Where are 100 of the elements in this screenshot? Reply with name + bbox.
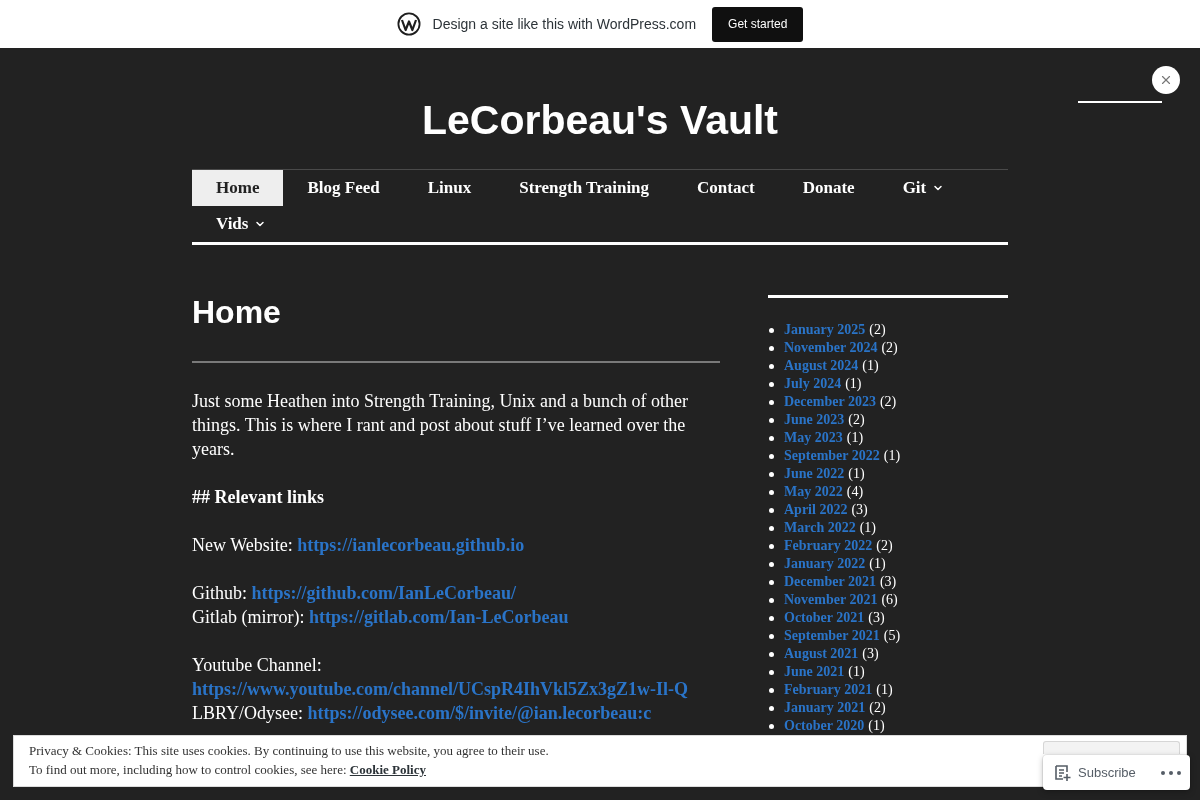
promo-text: Design a site like this with WordPress.com [432, 16, 697, 32]
bullet-icon [769, 615, 774, 621]
nav-item[interactable]: Home [192, 170, 284, 206]
link-label: LBRY/Odysee: [192, 703, 303, 723]
nav-item[interactable]: Vids [192, 206, 291, 242]
archive-link[interactable]: January 2025 [784, 321, 866, 339]
archive-link[interactable]: January 2021 [784, 699, 866, 717]
archive-link[interactable]: March 2022 [784, 519, 856, 537]
archive-link[interactable]: February 2022 [784, 537, 873, 555]
archive-link[interactable]: April 2022 [784, 501, 848, 519]
bullet-icon [769, 525, 774, 531]
document-plus-icon [1054, 763, 1072, 782]
archive-link[interactable]: September 2021 [784, 627, 880, 645]
archive-link[interactable]: August 2021 [784, 645, 859, 663]
more-button[interactable] [1161, 770, 1181, 775]
archive-count: (3) [851, 501, 868, 519]
archive-count: (1) [868, 717, 885, 735]
archive-link[interactable]: May 2022 [784, 483, 843, 501]
archive-count: (1) [862, 357, 879, 375]
archive-count: (1) [859, 519, 876, 537]
archive-count: (2) [869, 699, 886, 717]
archive-link[interactable]: October 2021 [784, 609, 865, 627]
archive-link[interactable]: November 2024 [784, 339, 878, 357]
site-title: LeCorbeau's Vault [421, 96, 779, 144]
bullet-icon [769, 327, 774, 333]
section-heading: ## Relevant links [192, 486, 325, 509]
archive-count: (1) [845, 375, 862, 393]
archive-link[interactable]: January 2022 [784, 555, 866, 573]
link[interactable]: https://github.com/IanLeCorbeau/ [251, 583, 517, 603]
cookie-text: To find out more, including how to control cookies, see here: [29, 762, 347, 777]
link-label: Github: [192, 583, 247, 603]
archive-count: (2) [881, 339, 898, 357]
link-label: New Website: [192, 535, 293, 555]
archive-link[interactable]: September 2022 [784, 447, 880, 465]
bullet-icon [769, 669, 774, 675]
archive-link[interactable]: November 2021 [784, 591, 878, 609]
archive-count: (2) [869, 321, 886, 339]
cookie-policy-link[interactable]: Cookie Policy [349, 762, 426, 777]
bullet-icon [769, 723, 774, 729]
archive-count: (1) [848, 663, 865, 681]
archive-count: (1) [876, 681, 893, 699]
archive-count: (2) [879, 393, 897, 411]
bullet-icon [769, 417, 774, 423]
bullet-icon [769, 687, 774, 693]
bullet-icon [769, 579, 774, 585]
link-label: Youtube Channel: [192, 655, 322, 675]
link[interactable]: https://www.youtube.com/channel/UCspR4IhVkl5Zx3gZ1w-Il-Q [192, 679, 689, 699]
archive-count: (1) [846, 429, 864, 447]
nav-item[interactable]: Strength Training [495, 170, 674, 206]
archive-link[interactable]: June 2023 [784, 411, 845, 429]
bullet-icon [769, 381, 774, 387]
bullet-icon [769, 435, 774, 441]
archive-count: (5) [883, 627, 901, 645]
archive-count: (2) [876, 537, 893, 555]
archive-count: (2) [848, 411, 865, 429]
archive-count: (1) [848, 465, 865, 483]
intro-paragraph: Just some Heathen into Strength Training, Unix and a bunch of other things. This is where I rant and post about stuff I’ve learned over the years. [192, 390, 689, 461]
bullet-icon [769, 705, 774, 711]
archive-link[interactable]: May 2023 [784, 429, 843, 447]
archive-link[interactable]: February 2021 [784, 681, 873, 699]
bullet-icon [769, 633, 774, 639]
bullet-icon [769, 561, 774, 567]
close-icon [1159, 73, 1173, 87]
archive-count: (1) [869, 555, 886, 573]
archive-count: (3) [879, 573, 897, 591]
bullet-icon [769, 543, 774, 549]
subscribe-button[interactable]: Subscribe [1054, 763, 1136, 782]
nav-item[interactable]: Contact [673, 170, 779, 206]
nav-item[interactable]: Linux [403, 170, 496, 206]
archive-link[interactable]: July 2024 [784, 375, 842, 393]
link[interactable]: https://ianlecorbeau.github.io [297, 535, 525, 555]
link-label: Gitlab (mirror): [192, 607, 305, 627]
archive-count: (4) [846, 483, 864, 501]
archive-count: (3) [862, 645, 879, 663]
bullet-icon [769, 345, 774, 351]
archive-link[interactable]: August 2024 [784, 357, 859, 375]
archive-count: (1) [883, 447, 901, 465]
archive-link[interactable]: June 2021 [784, 663, 845, 681]
bullet-icon [769, 507, 774, 513]
cookie-text: Privacy & Cookies: This site uses cookies. By continuing to use this website, you agree to their use. [29, 743, 549, 758]
bullet-icon [769, 651, 774, 657]
bullet-icon [769, 399, 774, 405]
link[interactable]: https://gitlab.com/Ian-LeCorbeau [308, 607, 569, 627]
bullet-icon [769, 453, 774, 459]
ellipsis-icon [1161, 770, 1181, 775]
bullet-icon [769, 471, 774, 477]
bullet-icon [769, 363, 774, 369]
page-title: Home [192, 293, 282, 332]
nav-item[interactable]: Git [878, 170, 969, 206]
nav-item[interactable]: Blog Feed [283, 170, 404, 206]
bullet-icon [769, 489, 774, 495]
get-started-button[interactable]: Get started [712, 6, 804, 42]
archive-link[interactable]: December 2023 [784, 393, 876, 411]
link[interactable]: https://odysee.com/$/invite/@ian.lecorbeau:c [307, 703, 652, 723]
nav-item[interactable]: Donate [778, 170, 879, 206]
archive-link[interactable]: June 2022 [784, 465, 845, 483]
archive-count: (6) [881, 591, 898, 609]
close-button[interactable] [1152, 66, 1180, 94]
archive-link[interactable]: October 2020 [784, 717, 865, 735]
archive-link[interactable]: December 2021 [784, 573, 876, 591]
